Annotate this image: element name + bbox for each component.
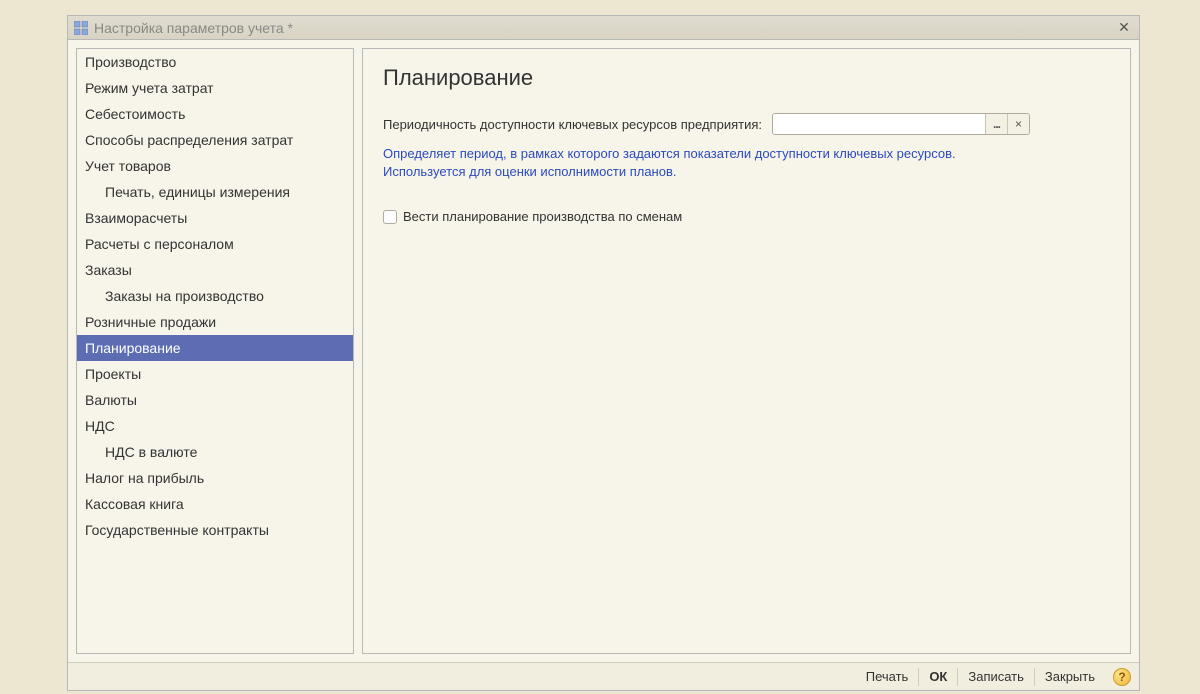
close-icon[interactable]: ✕ bbox=[1115, 20, 1133, 36]
page-title: Планирование bbox=[383, 65, 1110, 91]
sidebar-item-10[interactable]: Розничные продажи bbox=[77, 309, 353, 335]
bottom-bar: Печать ОК Записать Закрыть ? bbox=[68, 662, 1139, 690]
sidebar-item-1[interactable]: Режим учета затрат bbox=[77, 75, 353, 101]
help-text-line2: Используется для оценки исполнимости пла… bbox=[383, 164, 676, 179]
sidebar-item-12[interactable]: Проекты bbox=[77, 361, 353, 387]
sidebar-item-13[interactable]: Валюты bbox=[77, 387, 353, 413]
sidebar-item-16[interactable]: Налог на прибыль bbox=[77, 465, 353, 491]
window-title: Настройка параметров учета * bbox=[94, 20, 1115, 36]
help-icon[interactable]: ? bbox=[1113, 668, 1131, 686]
titlebar: Настройка параметров учета * ✕ bbox=[68, 16, 1139, 40]
period-label: Периодичность доступности ключевых ресур… bbox=[383, 117, 762, 132]
help-text: Определяет период, в рамках которого зад… bbox=[383, 145, 1110, 181]
sidebar-item-2[interactable]: Себестоимость bbox=[77, 101, 353, 127]
content-panel: Планирование Периодичность доступности к… bbox=[362, 48, 1131, 654]
save-button[interactable]: Записать bbox=[957, 668, 1034, 686]
open-picker-button[interactable]: ... bbox=[985, 114, 1007, 134]
shift-planning-row: Вести планирование производства по смена… bbox=[383, 209, 1110, 224]
sidebar-item-7[interactable]: Расчеты с персоналом bbox=[77, 231, 353, 257]
close-button[interactable]: Закрыть bbox=[1034, 668, 1105, 686]
clear-button[interactable]: × bbox=[1007, 114, 1029, 134]
shift-planning-checkbox[interactable] bbox=[383, 210, 397, 224]
sidebar-item-15[interactable]: НДС в валюте bbox=[77, 439, 353, 465]
sidebar-item-14[interactable]: НДС bbox=[77, 413, 353, 439]
sidebar-item-8[interactable]: Заказы bbox=[77, 257, 353, 283]
sidebar-item-0[interactable]: Производство bbox=[77, 49, 353, 75]
sidebar-item-18[interactable]: Государственные контракты bbox=[77, 517, 353, 543]
sidebar-item-4[interactable]: Учет товаров bbox=[77, 153, 353, 179]
sidebar-item-9[interactable]: Заказы на производство bbox=[77, 283, 353, 309]
period-row: Периодичность доступности ключевых ресур… bbox=[383, 113, 1110, 135]
sidebar-item-3[interactable]: Способы распределения затрат bbox=[77, 127, 353, 153]
body-area: ПроизводствоРежим учета затратСебестоимо… bbox=[68, 40, 1139, 662]
period-select: ... × bbox=[772, 113, 1030, 135]
shift-planning-label: Вести планирование производства по смена… bbox=[403, 209, 682, 224]
period-input[interactable] bbox=[773, 114, 985, 134]
help-text-line1: Определяет период, в рамках которого зад… bbox=[383, 146, 956, 161]
sidebar: ПроизводствоРежим учета затратСебестоимо… bbox=[76, 48, 354, 654]
ok-button[interactable]: ОК bbox=[918, 668, 957, 686]
print-button[interactable]: Печать bbox=[856, 668, 919, 686]
settings-window: Настройка параметров учета * ✕ Производс… bbox=[67, 15, 1140, 691]
sidebar-item-5[interactable]: Печать, единицы измерения bbox=[77, 179, 353, 205]
sidebar-item-11[interactable]: Планирование bbox=[77, 335, 353, 361]
app-icon bbox=[74, 21, 88, 35]
sidebar-item-6[interactable]: Взаиморасчеты bbox=[77, 205, 353, 231]
sidebar-item-17[interactable]: Кассовая книга bbox=[77, 491, 353, 517]
